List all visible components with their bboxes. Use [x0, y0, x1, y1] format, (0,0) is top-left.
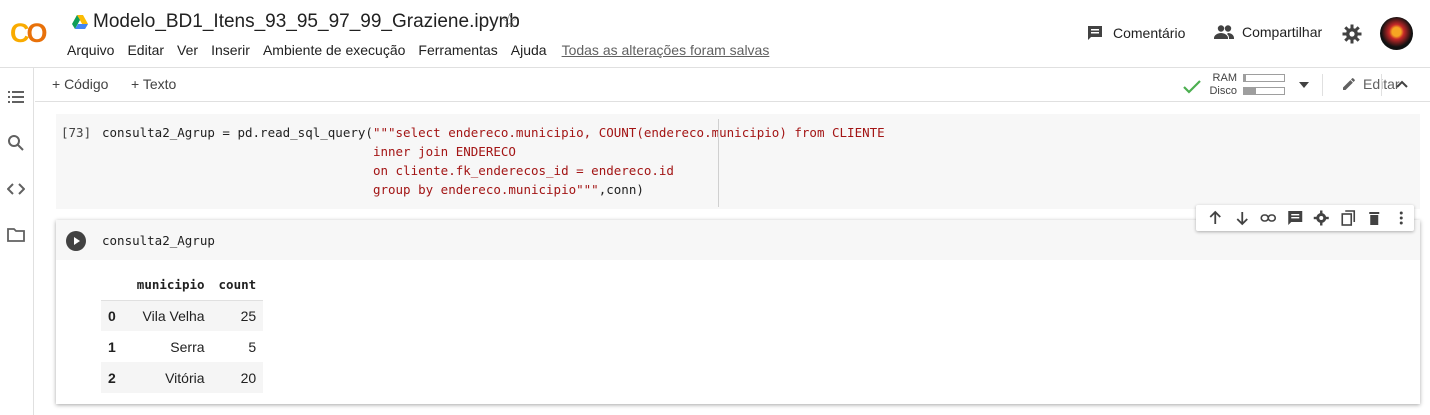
cell-code[interactable]: consulta2_Agrup	[102, 233, 215, 248]
delete-trash-icon[interactable]	[1361, 210, 1388, 226]
link-icon[interactable]	[1255, 210, 1282, 226]
menu-arquivo[interactable]: Arquivo	[67, 42, 114, 58]
code-cell[interactable]: [73] consulta2_Agrup = pd.read_sql_query…	[56, 114, 1420, 209]
resources-indicator[interactable]: RAM Disco	[1183, 71, 1313, 99]
cell-municipio: Vitória	[129, 362, 212, 393]
cell-toolbar	[1196, 205, 1414, 231]
colab-logo[interactable]: CO	[10, 18, 54, 48]
more-options-icon[interactable]	[1388, 210, 1415, 226]
index-header	[101, 274, 130, 301]
save-status-link[interactable]: Todas as alterações foram salvas	[562, 42, 770, 58]
collapse-chevron-up-icon[interactable]	[1396, 80, 1408, 88]
notebook-toolbar: + Código + Texto RAM Disco Editar	[35, 68, 1430, 102]
settings-gear-icon[interactable]	[1308, 210, 1335, 226]
edit-mode-button[interactable]: Editar	[1341, 76, 1400, 92]
execution-count: [73]	[61, 125, 92, 140]
code-line: group by endereco.municipio""",conn)	[372, 182, 644, 197]
comment-icon[interactable]	[1282, 210, 1309, 226]
ram-label: RAM	[1212, 72, 1237, 84]
ram-usage-bar	[1243, 74, 1285, 82]
pencil-icon	[1343, 78, 1355, 90]
row-index: 0	[101, 300, 130, 331]
notebook-title[interactable]: Modelo_BD1_Itens_93_95_97_99_Graziene.ip…	[93, 11, 520, 33]
table-header-row: municipio count	[101, 274, 264, 301]
move-down-icon[interactable]	[1229, 210, 1256, 226]
cell-count: 25	[211, 300, 264, 331]
user-avatar[interactable]	[1380, 17, 1413, 50]
connected-check-icon	[1183, 80, 1201, 94]
table-row: 0 Vila Velha 25	[101, 300, 264, 331]
active-code-cell[interactable]: consulta2_Agrup municipio count 0 Vila V…	[56, 220, 1420, 404]
toolbar-divider	[1381, 74, 1382, 96]
add-code-button[interactable]: + Código	[52, 76, 108, 92]
cell-count: 5	[248, 338, 257, 355]
menu-ferramentas[interactable]: Ferramentas	[418, 42, 497, 58]
share-label: Compartilhar	[1242, 24, 1323, 40]
editor-ruler	[718, 119, 719, 207]
comment-label: Comentário	[1113, 25, 1186, 41]
move-up-icon[interactable]	[1202, 210, 1229, 226]
menu-ambiente[interactable]: Ambiente de execução	[263, 42, 405, 58]
star-icon[interactable]: ☆	[501, 10, 518, 33]
menu-inserir[interactable]: Inserir	[211, 42, 250, 58]
column-header-municipio: municipio	[129, 274, 212, 301]
code-line: consulta2_Agrup = pd.read_sql_query("""s…	[102, 125, 885, 140]
disk-label: Disco	[1209, 85, 1237, 97]
settings-gear-icon[interactable]	[1342, 24, 1362, 44]
table-row: 1 Serra 5	[101, 331, 263, 362]
column-header-count: count	[211, 274, 264, 301]
cell-municipio: Serra	[170, 338, 205, 355]
menu-ver[interactable]: Ver	[177, 42, 198, 58]
disk-usage-bar	[1243, 87, 1285, 95]
people-icon	[1214, 25, 1234, 39]
row-index: 2	[101, 362, 130, 393]
comment-icon	[1088, 26, 1102, 40]
search-icon[interactable]	[7, 134, 25, 152]
google-drive-icon[interactable]	[72, 15, 88, 29]
table-of-contents-icon[interactable]	[7, 88, 25, 106]
dataframe-output: municipio count 0 Vila Velha 25 1 Serra …	[101, 274, 264, 393]
app-header: CO Modelo_BD1_Itens_93_95_97_99_Graziene…	[0, 0, 1430, 68]
share-button[interactable]: Compartilhar	[1213, 24, 1322, 40]
cell-municipio: Vila Velha	[129, 300, 212, 331]
row-index: 1	[108, 338, 116, 355]
cell-count: 20	[211, 362, 264, 393]
code-line: inner join ENDERECO	[372, 144, 516, 159]
run-cell-button[interactable]	[66, 231, 86, 251]
table-row: 2 Vitória 20	[101, 362, 264, 393]
add-text-button[interactable]: + Texto	[131, 76, 176, 92]
code-line: on cliente.fk_enderecos_id = endereco.id	[372, 163, 674, 178]
menu-editar[interactable]: Editar	[127, 42, 164, 58]
files-folder-icon[interactable]	[7, 226, 25, 244]
toolbar-divider	[1322, 74, 1323, 96]
menu-bar: Arquivo Editar Ver Inserir Ambiente de e…	[67, 42, 782, 58]
mirror-cell-icon[interactable]	[1335, 210, 1362, 226]
chevron-down-icon[interactable]	[1299, 82, 1309, 88]
left-sidebar	[0, 68, 34, 415]
comment-button[interactable]: Comentário	[1086, 24, 1185, 42]
menu-ajuda[interactable]: Ajuda	[511, 42, 547, 58]
code-snippets-icon[interactable]	[7, 180, 25, 198]
